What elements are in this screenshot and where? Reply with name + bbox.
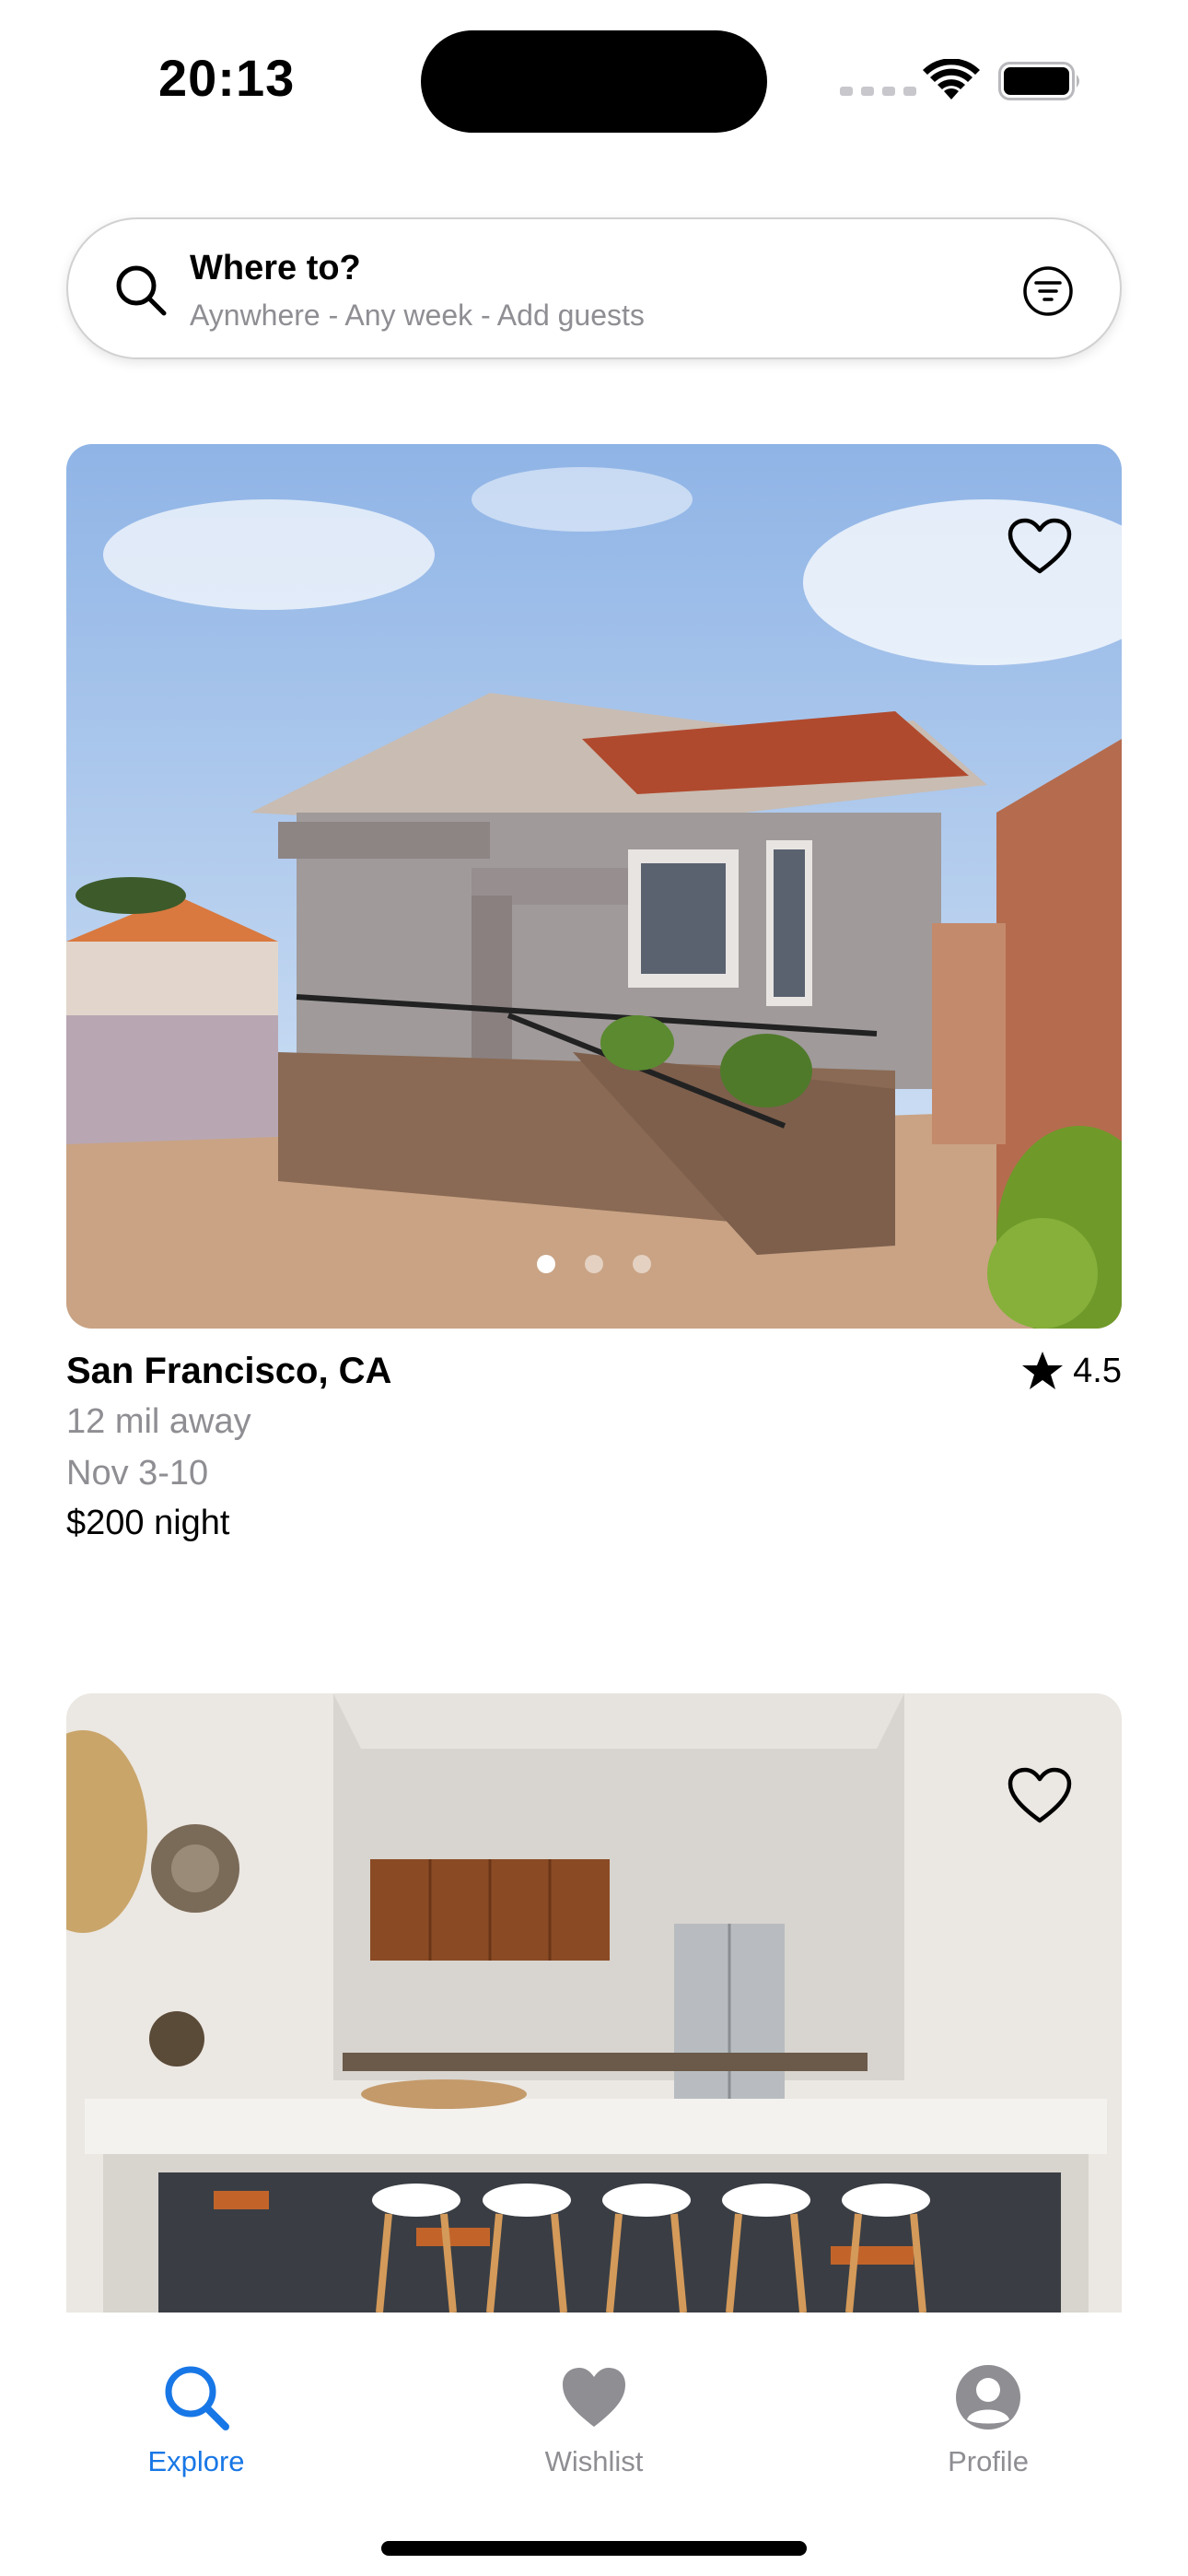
listing-info: San Francisco, CA 4.5 12 mil away Nov 3-… (66, 1329, 1122, 1550)
listing-card[interactable]: San Francisco, CA 4.5 12 mil away Nov 3-… (66, 444, 1122, 1550)
listing-card[interactable] (66, 1693, 1122, 2313)
listing-location: San Francisco, CA (66, 1351, 392, 1391)
listing-distance: 12 mil away (66, 1402, 251, 1441)
tab-profile[interactable]: Profile (878, 2314, 1099, 2499)
home-indicator[interactable] (381, 2541, 807, 2556)
tab-explore[interactable]: Explore (86, 2314, 307, 2499)
listing-rating: 4.5 (1021, 1351, 1122, 1391)
search-icon (165, 2366, 229, 2430)
tab-label: Profile (948, 2445, 1029, 2477)
page-dot (537, 1255, 555, 1273)
heart-icon[interactable] (1007, 1767, 1072, 1824)
heart-icon[interactable] (1007, 518, 1072, 575)
heart-icon (563, 2368, 625, 2427)
tab-bar: Explore Wishlist Profile (0, 2314, 1188, 2576)
dynamic-island (421, 30, 767, 133)
battery-icon (998, 62, 1079, 100)
page-dot (585, 1255, 603, 1273)
wifi-icon (923, 59, 980, 100)
status-time: 20:13 (158, 49, 296, 107)
star-icon (1022, 1352, 1064, 1389)
search-icon (116, 265, 167, 316)
filter-icon[interactable] (1022, 265, 1074, 317)
listing-photo[interactable] (66, 1693, 1122, 2313)
kitchen-photo (66, 1693, 1122, 2313)
profile-icon (956, 2365, 1020, 2430)
listing-price: $200 night (66, 1504, 230, 1542)
page-indicator[interactable] (537, 1255, 651, 1273)
status-bar: 20:13 (0, 0, 1188, 157)
page-dot (633, 1255, 651, 1273)
cellular-signal-icon (840, 87, 916, 96)
rating-value: 4.5 (1073, 1351, 1122, 1390)
tab-wishlist[interactable]: Wishlist (483, 2314, 705, 2499)
tab-label: Wishlist (544, 2445, 644, 2477)
search-title: Where to? (190, 249, 361, 287)
listing-photo[interactable] (66, 444, 1122, 1329)
search-bar[interactable]: Where to? Aynwhere - Any week - Add gues… (66, 217, 1122, 359)
listing-dates: Nov 3-10 (66, 1454, 209, 1493)
house-photo (66, 444, 1122, 1329)
tab-label: Explore (147, 2445, 245, 2477)
search-subtitle: Aynwhere - Any week - Add guests (190, 299, 645, 332)
